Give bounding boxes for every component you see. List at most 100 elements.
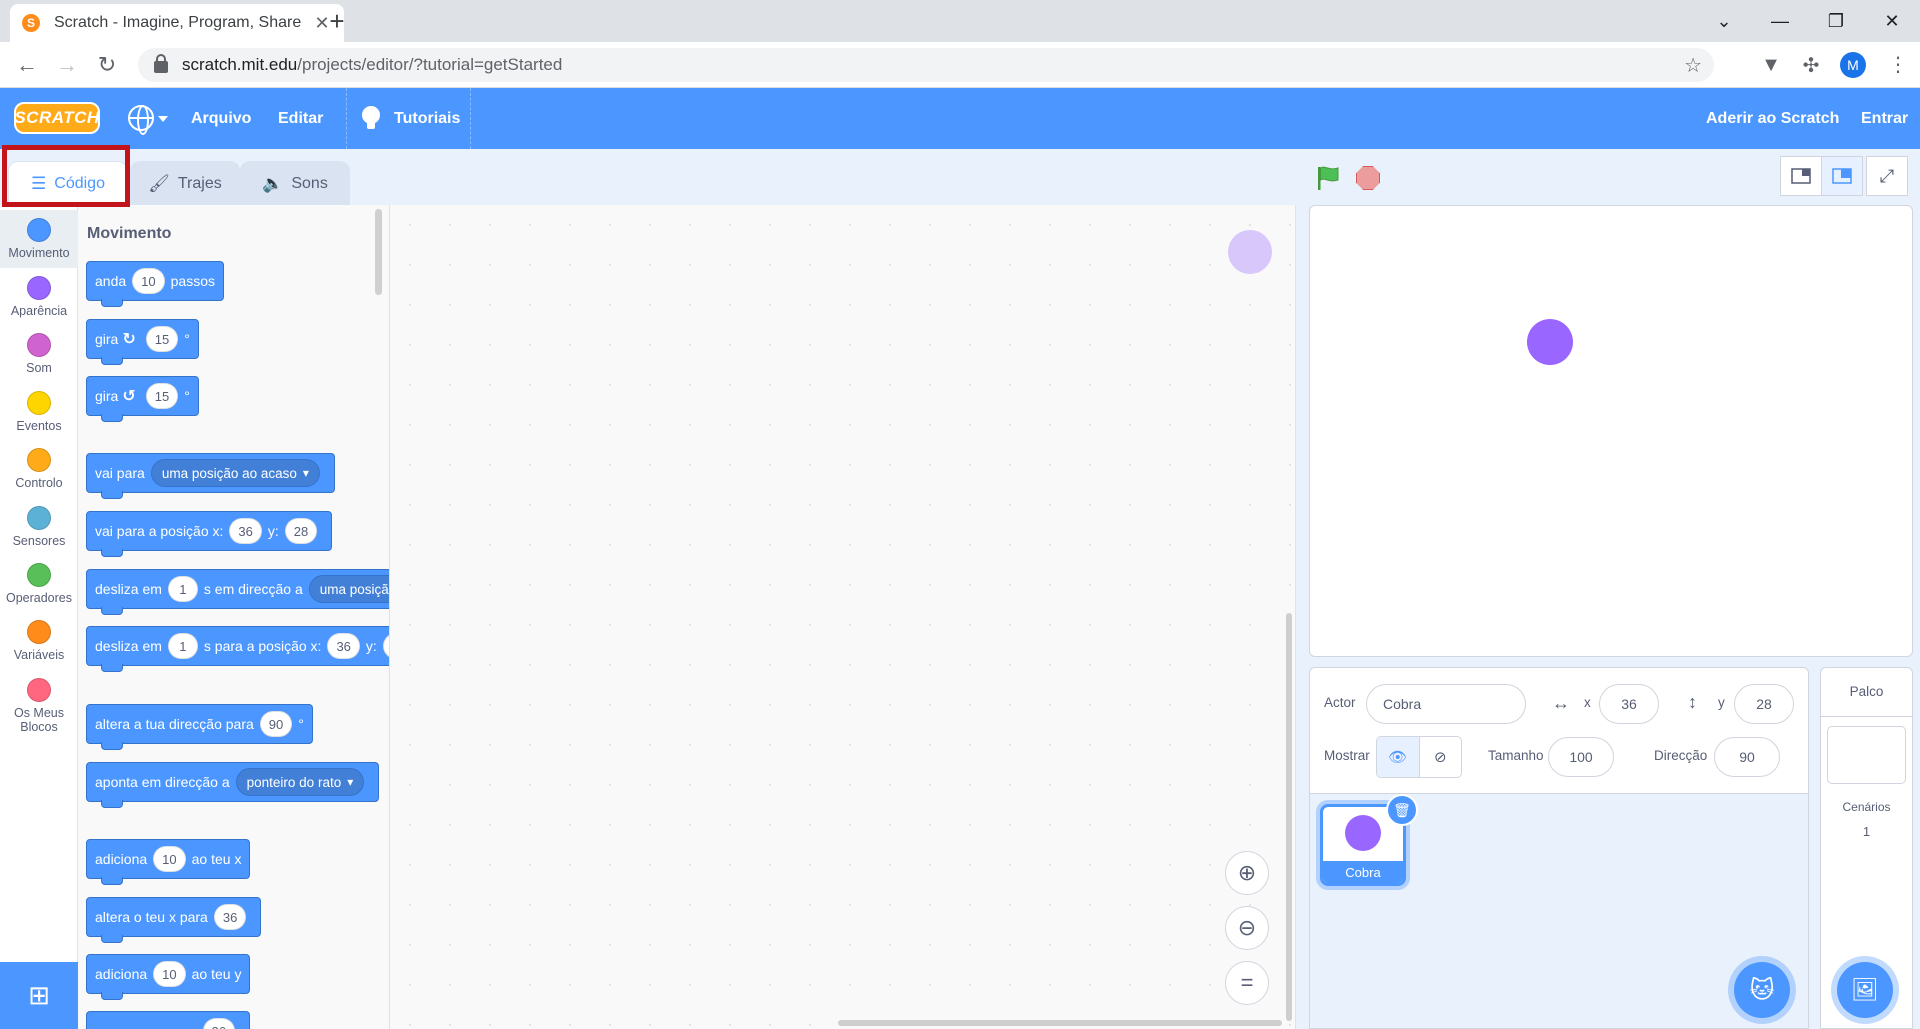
- stop-icon[interactable]: [1356, 166, 1380, 190]
- block-input[interactable]: 36: [202, 1018, 235, 1029]
- sign-in-link[interactable]: Entrar: [1861, 88, 1908, 149]
- category-operators[interactable]: Operadores: [0, 555, 78, 613]
- block-turn-left[interactable]: gira ↺ 15 °: [86, 376, 199, 422]
- show-eye-icon[interactable]: 👁: [1377, 737, 1420, 777]
- block-text: y:: [365, 638, 377, 654]
- block-glide-to[interactable]: desliza em 1 s em direcção a uma posição: [86, 569, 389, 615]
- category-control[interactable]: Controlo: [0, 440, 78, 498]
- category-looks[interactable]: Aparência: [0, 268, 78, 326]
- category-motion[interactable]: Movimento: [0, 210, 78, 268]
- block-change-y[interactable]: adiciona 10 ao teu y: [86, 954, 251, 1000]
- extensions-puzzle-icon[interactable]: ✣: [1796, 50, 1826, 80]
- block-text: ao teu x: [191, 851, 242, 867]
- block-point-direction[interactable]: altera a tua direcção para 90 °: [86, 704, 313, 750]
- direction-input[interactable]: 90: [1714, 737, 1780, 777]
- delete-sprite-button[interactable]: 🗑: [1386, 794, 1418, 826]
- browser-tab[interactable]: S Scratch - Imagine, Program, Share ✕: [10, 4, 344, 42]
- menu-file[interactable]: Arquivo: [191, 88, 251, 149]
- zoom-in-button[interactable]: ⊕: [1225, 851, 1269, 895]
- category-sensing[interactable]: Sensores: [0, 498, 78, 556]
- category-events[interactable]: Eventos: [0, 383, 78, 441]
- lock-icon[interactable]: [154, 54, 168, 73]
- category-sound[interactable]: Som: [0, 325, 78, 383]
- window-controls: ⌄ — ❐ ✕: [1696, 0, 1920, 42]
- block-input[interactable]: 1: [167, 633, 198, 659]
- forward-icon[interactable]: →: [52, 50, 82, 80]
- block-input[interactable]: 10: [153, 846, 186, 872]
- close-window-icon[interactable]: ✕: [1864, 11, 1920, 32]
- palette-scrollbar[interactable]: [375, 209, 382, 295]
- hide-eye-icon[interactable]: ⊘: [1420, 737, 1462, 777]
- x-position-input[interactable]: 36: [1599, 684, 1659, 724]
- script-area[interactable]: ⊕ ⊖ =: [390, 205, 1296, 1029]
- script-horizontal-scrollbar[interactable]: [838, 1020, 1282, 1026]
- add-backdrop-button[interactable]: 🖼: [1837, 962, 1893, 1018]
- zoom-reset-icon: =: [1240, 970, 1254, 995]
- tab-costumes[interactable]: 🖌 Trajes: [130, 161, 240, 205]
- green-flag-icon[interactable]: [1314, 164, 1342, 192]
- reload-icon[interactable]: ↻: [92, 50, 122, 80]
- new-tab-button[interactable]: +: [322, 6, 352, 36]
- add-extension-button[interactable]: ⊞: [0, 962, 78, 1029]
- block-set-y[interactable]: 36: [86, 1011, 250, 1029]
- browser-menu-icon[interactable]: ⋮: [1888, 52, 1908, 78]
- block-input[interactable]: 36: [229, 518, 262, 544]
- stage-thumbnail[interactable]: [1827, 726, 1906, 784]
- stage-selector[interactable]: Palco Cenários 1 🖼: [1820, 667, 1913, 1029]
- zoom-out-button[interactable]: ⊖: [1225, 906, 1269, 950]
- small-stage-button[interactable]: [1780, 156, 1822, 196]
- restore-icon[interactable]: ❐: [1808, 11, 1864, 32]
- extension-icon[interactable]: ▼: [1756, 50, 1786, 80]
- menu-tutorials[interactable]: Tutoriais: [394, 88, 460, 149]
- tab-sounds[interactable]: 🔈 Sons: [240, 161, 350, 205]
- fullscreen-button[interactable]: ⤢: [1866, 156, 1908, 196]
- block-input[interactable]: [382, 633, 389, 659]
- block-input[interactable]: 28: [284, 518, 318, 544]
- block-go-to-xy[interactable]: vai para a posição x: 36 y: 28: [86, 511, 333, 557]
- block-glide-xy[interactable]: desliza em 1 s para a posição x: 36 y:: [86, 626, 389, 672]
- menu-edit[interactable]: Editar: [278, 88, 323, 149]
- block-dropdown[interactable]: uma posição: [308, 575, 389, 603]
- block-point-towards[interactable]: aponta em direcção a ponteiro do rato: [86, 762, 380, 808]
- zoom-reset-button[interactable]: =: [1225, 961, 1269, 1005]
- block-turn-right[interactable]: gira ↻ 15 °: [86, 319, 199, 365]
- normal-stage-button[interactable]: [1821, 156, 1863, 196]
- block-change-x[interactable]: adiciona 10 ao teu x: [86, 839, 251, 885]
- add-sprite-button[interactable]: 🐱: [1734, 962, 1790, 1018]
- stage-canvas[interactable]: [1309, 205, 1913, 657]
- block-input[interactable]: 10: [153, 961, 186, 987]
- lightbulb-icon[interactable]: [362, 106, 380, 129]
- block-dropdown[interactable]: ponteiro do rato: [235, 768, 365, 796]
- language-globe-icon[interactable]: [128, 105, 154, 135]
- chevron-down-icon[interactable]: [158, 116, 168, 122]
- block-input[interactable]: 1: [167, 576, 198, 602]
- stage-sprite[interactable]: [1527, 319, 1573, 365]
- sprite-tile-name: Cobra: [1323, 861, 1403, 883]
- block-input[interactable]: 15: [145, 326, 179, 352]
- block-move-steps[interactable]: anda 10 passos: [86, 261, 224, 307]
- address-bar[interactable]: scratch.mit.edu/projects/editor/?tutoria…: [138, 48, 1714, 82]
- y-position-input[interactable]: 28: [1734, 684, 1794, 724]
- profile-avatar[interactable]: M: [1840, 52, 1866, 78]
- category-variables[interactable]: Variáveis: [0, 612, 78, 670]
- script-vertical-scrollbar[interactable]: [1286, 613, 1292, 1021]
- category-my-blocks[interactable]: Os Meus Blocos: [0, 670, 78, 742]
- block-input[interactable]: 15: [145, 383, 179, 409]
- block-dropdown[interactable]: uma posição ao acaso: [150, 459, 320, 487]
- block-go-to[interactable]: vai para uma posição ao acaso: [86, 453, 335, 499]
- block-input[interactable]: 10: [132, 268, 165, 294]
- block-set-x[interactable]: altera o teu x para 36: [86, 897, 262, 943]
- size-input[interactable]: 100: [1548, 737, 1614, 777]
- sprite-name-input[interactable]: Cobra: [1366, 684, 1526, 724]
- block-text: °: [298, 716, 304, 732]
- sprite-pane: Actor Cobra ↔ x 36 ↕ y 28 Mostrar 👁 ⊘ Ta…: [1309, 667, 1809, 1029]
- block-input[interactable]: 36: [213, 904, 247, 930]
- back-icon[interactable]: ←: [12, 50, 42, 80]
- scratch-logo[interactable]: SCRATCH: [14, 102, 100, 134]
- bookmark-star-icon[interactable]: ☆: [1684, 53, 1702, 78]
- join-scratch-link[interactable]: Aderir ao Scratch: [1706, 88, 1839, 149]
- tab-search-icon[interactable]: ⌄: [1696, 11, 1752, 32]
- minimize-icon[interactable]: —: [1752, 11, 1808, 32]
- block-input[interactable]: 90: [259, 711, 293, 737]
- block-input[interactable]: 36: [327, 633, 360, 659]
